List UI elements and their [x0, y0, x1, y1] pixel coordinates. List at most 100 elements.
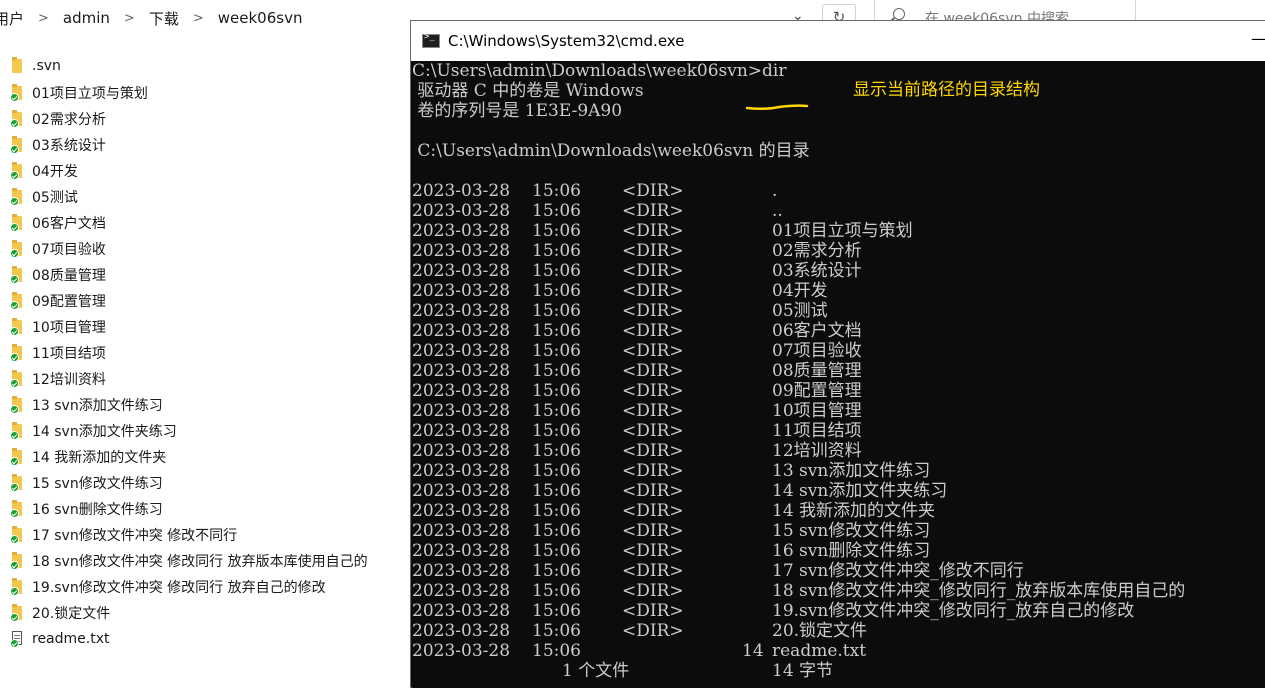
- breadcrumb-users[interactable]: 用户: [0, 8, 24, 29]
- dir-entry-time: 15:06: [532, 421, 581, 441]
- chevron-right-icon[interactable]: >: [124, 11, 135, 26]
- file-name: 16 svn删除文件练习: [32, 502, 163, 518]
- file-list-item[interactable]: readme.txt: [0, 626, 410, 652]
- dir-entry-name: 01项目立项与策划: [772, 221, 913, 241]
- directory-header: C:\Users\admin\Downloads\week06svn 的目录: [412, 141, 810, 161]
- file-list-item[interactable]: 13 svn添加文件练习: [0, 392, 410, 418]
- file-list-item[interactable]: 14 svn添加文件夹练习: [0, 418, 410, 444]
- dir-entry-name: readme.txt: [772, 641, 867, 661]
- dir-entry-kind: <DIR>: [622, 601, 684, 621]
- cmd-titlebar[interactable]: C:\Windows\System32\cmd.exe —: [411, 21, 1265, 61]
- dir-entry-name: 14 svn添加文件夹练习: [772, 481, 948, 501]
- svn-folder-icon: [10, 344, 24, 362]
- dir-entry-kind: <DIR>: [622, 321, 684, 341]
- chevron-right-icon[interactable]: >: [193, 11, 204, 26]
- file-list-item[interactable]: 08质量管理: [0, 262, 410, 288]
- file-name: readme.txt: [32, 631, 110, 647]
- svn-folder-icon: [10, 422, 24, 440]
- svn-file-icon: [10, 630, 24, 648]
- dir-entry-time: 15:06: [532, 581, 581, 601]
- dir-entry-kind: <DIR>: [622, 181, 684, 201]
- file-list-item[interactable]: 10项目管理: [0, 314, 410, 340]
- dir-entry-date: 2023-03-28: [412, 321, 511, 341]
- file-list-item[interactable]: 19.svn修改文件冲突 修改同行 放弃自己的修改: [0, 574, 410, 600]
- dir-entry-kind: <DIR>: [622, 381, 684, 401]
- breadcrumb-downloads[interactable]: 下载: [149, 8, 179, 29]
- dir-entry-time: 15:06: [532, 201, 581, 221]
- dir-entry-date: 2023-03-28: [412, 301, 511, 321]
- dir-entry-date: 2023-03-28: [412, 281, 511, 301]
- dir-entry-time: 15:06: [532, 381, 581, 401]
- svn-folder-icon: [10, 188, 24, 206]
- file-list-item[interactable]: 05测试: [0, 184, 410, 210]
- file-list-item[interactable]: 03系统设计: [0, 132, 410, 158]
- prompt-line: C:\Users\admin\Downloads\week06svn>dir: [412, 61, 787, 81]
- dir-entry-time: 15:06: [532, 601, 581, 621]
- summary-line: 1 个文件 14 字节: [412, 661, 833, 681]
- dir-entry-kind: <DIR>: [622, 281, 684, 301]
- minimize-button[interactable]: —: [1251, 29, 1265, 48]
- dir-entry-date: 2023-03-28: [412, 201, 511, 221]
- file-name: 02需求分析: [32, 112, 106, 128]
- dir-entry-kind: <DIR>: [622, 301, 684, 321]
- cmd-title: C:\Windows\System32\cmd.exe: [448, 32, 685, 50]
- file-list-item[interactable]: 01项目立项与策划: [0, 80, 410, 106]
- dir-entry-date: 2023-03-28: [412, 261, 511, 281]
- dir-entry-name: 02需求分析: [772, 241, 862, 261]
- dir-entry-date: 2023-03-28: [412, 461, 511, 481]
- file-list-item[interactable]: 15 svn修改文件练习: [0, 470, 410, 496]
- svn-folder-icon: [10, 136, 24, 154]
- dir-entry-name: 14 我新添加的文件夹: [772, 501, 936, 521]
- svn-folder-icon: [10, 110, 24, 128]
- dir-entry-name: 17 svn修改文件冲突_修改不同行: [772, 561, 1024, 581]
- svn-folder-icon: [10, 448, 24, 466]
- dir-entry-date: 2023-03-28: [412, 581, 511, 601]
- file-name: 20.锁定文件: [32, 606, 111, 622]
- dir-entry-name: 08质量管理: [772, 361, 862, 381]
- dir-entry-kind: <DIR>: [622, 581, 684, 601]
- file-list-item[interactable]: 11项目结项: [0, 340, 410, 366]
- file-list-item[interactable]: 09配置管理: [0, 288, 410, 314]
- file-list-item[interactable]: 20.锁定文件: [0, 600, 410, 626]
- dir-entry-time: 15:06: [532, 181, 581, 201]
- file-list-item[interactable]: .svn: [0, 52, 410, 80]
- dir-entry-time: 15:06: [532, 221, 581, 241]
- file-name: 17 svn修改文件冲突 修改不同行: [32, 528, 238, 544]
- dir-entry-date: 2023-03-28: [412, 361, 511, 381]
- svn-folder-icon: [10, 578, 24, 596]
- dir-entry-time: 15:06: [532, 521, 581, 541]
- file-name: 15 svn修改文件练习: [32, 476, 163, 492]
- file-list-item[interactable]: 18 svn修改文件冲突 修改同行 放弃版本库使用自己的: [0, 548, 410, 574]
- dir-entry-kind: <DIR>: [622, 261, 684, 281]
- file-list-item[interactable]: 04开发: [0, 158, 410, 184]
- dir-entry-date: 2023-03-28: [412, 601, 511, 621]
- file-name: 09配置管理: [32, 294, 106, 310]
- file-name: .svn: [32, 58, 61, 74]
- dir-entry-name: 07项目验收: [772, 341, 862, 361]
- dir-entry-time: 15:06: [532, 501, 581, 521]
- dir-entry-kind: <DIR>: [622, 441, 684, 461]
- breadcrumb-admin[interactable]: admin: [63, 9, 110, 27]
- chevron-right-icon[interactable]: >: [38, 11, 49, 26]
- console-output[interactable]: C:\Users\admin\Downloads\week06svn>dir 驱…: [412, 61, 1265, 688]
- file-list-item[interactable]: 12培训资料: [0, 366, 410, 392]
- file-list-item[interactable]: 16 svn删除文件练习: [0, 496, 410, 522]
- dir-entry-name: 15 svn修改文件练习: [772, 521, 931, 541]
- file-list-item[interactable]: 14 我新添加的文件夹: [0, 444, 410, 470]
- dir-entry-name: 11项目结项: [772, 421, 862, 441]
- file-list-item[interactable]: 06客户文档: [0, 210, 410, 236]
- dir-entry-date: 2023-03-28: [412, 541, 511, 561]
- dir-entry-time: 15:06: [532, 401, 581, 421]
- dir-entry-date: 2023-03-28: [412, 421, 511, 441]
- file-list-item[interactable]: 07项目验收: [0, 236, 410, 262]
- dir-entry-name: 20.锁定文件: [772, 621, 868, 641]
- dir-entry-kind: <DIR>: [622, 461, 684, 481]
- volume-line: 驱动器 C 中的卷是 Windows: [412, 81, 644, 101]
- file-list-item[interactable]: 17 svn修改文件冲突 修改不同行: [0, 522, 410, 548]
- summary-bytes: 14 字节: [772, 661, 834, 681]
- breadcrumb-week06svn[interactable]: week06svn: [218, 9, 303, 27]
- dir-entry-name: ..: [772, 201, 783, 221]
- file-list-item[interactable]: 02需求分析: [0, 106, 410, 132]
- dir-entry-name: 12培训资料: [772, 441, 862, 461]
- file-name: 14 svn添加文件夹练习: [32, 424, 177, 440]
